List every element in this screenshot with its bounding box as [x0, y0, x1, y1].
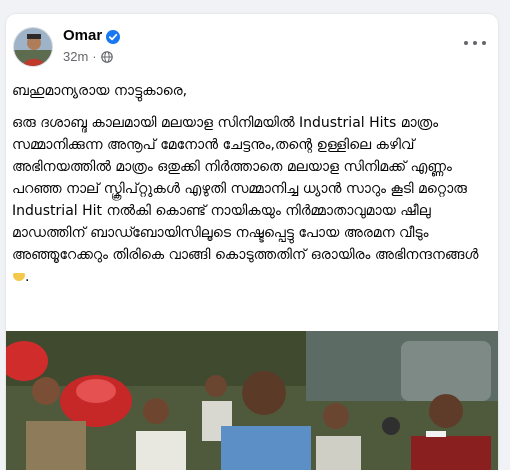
post-body-paragraph: ഒരു ദശാബ്ദ കാലമായി മലയാള സിനിമയിൽ Indust…: [12, 112, 488, 288]
clapping-hands-emoji: [13, 273, 25, 281]
post-photo[interactable]: [6, 331, 498, 470]
author-avatar[interactable]: [13, 27, 53, 67]
author-row: Omar: [63, 27, 121, 44]
meta-separator: ·: [92, 49, 97, 64]
post-header: Omar 32m ·: [6, 14, 498, 78]
more-dot: [473, 41, 477, 45]
more-options-icon[interactable]: [464, 36, 486, 50]
post-text: ബഹുമാന്യരായ നാട്ടുകാരെ, ഒരു ദശാബ്ദ കാലമാ…: [12, 80, 488, 288]
verified-badge-icon: [106, 29, 121, 44]
post-greeting: ബഹുമാന്യരായ നാട്ടുകാരെ,: [12, 83, 188, 99]
more-dot: [464, 41, 468, 45]
post-timestamp[interactable]: 32m: [63, 49, 88, 64]
post-card: Omar 32m · ബഹുമാന്യരായ നാട്ടുകാരെ, ഒരു ദ…: [6, 14, 498, 470]
more-dot: [482, 41, 486, 45]
post-ending: .: [25, 269, 30, 285]
post-body: ഒരു ദശാബ്ദ കാലമായി മലയാള സിനിമയിൽ Indust…: [12, 115, 479, 263]
post-meta: 32m ·: [63, 49, 113, 64]
globe-icon[interactable]: [100, 50, 113, 63]
author-name[interactable]: Omar: [63, 27, 102, 44]
